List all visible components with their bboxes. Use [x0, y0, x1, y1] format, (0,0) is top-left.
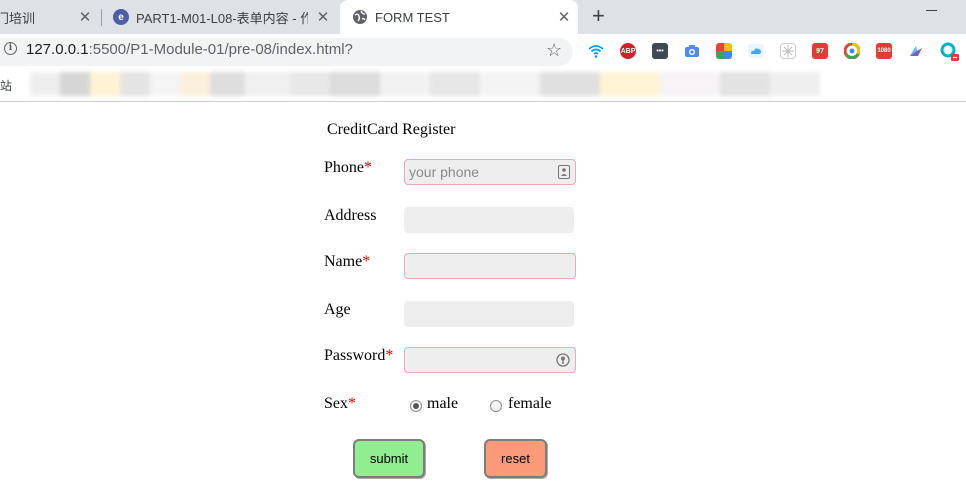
tab-strip: 门培训 ✕ e PART1-M01-L08-表单内容 - 作 ✕ FORM TE…	[0, 0, 966, 34]
tab-training[interactable]: 门培训 ✕	[0, 0, 101, 34]
tab-title: FORM TEST	[375, 9, 450, 25]
phone-input[interactable]: your phone	[404, 159, 576, 185]
submit-button[interactable]: submit	[353, 439, 425, 478]
tab-title: PART1-M01-L08-表单内容 - 作	[136, 10, 308, 26]
required-asterisk: *	[348, 395, 356, 412]
adblock-plus-icon[interactable]: ABP	[620, 43, 636, 59]
url-text[interactable]: 127.0.0.1:5500/P1-Module-01/pre-08/index…	[26, 41, 353, 58]
password-label: Password*	[324, 347, 393, 365]
contact-card-icon	[558, 165, 570, 179]
phone-placeholder: your phone	[409, 164, 480, 180]
required-asterisk: *	[364, 159, 372, 176]
address-label: Address	[324, 207, 377, 224]
bookmark-star-icon[interactable]: ☆	[546, 40, 562, 60]
male-radio[interactable]	[410, 400, 422, 412]
name-input[interactable]	[404, 253, 576, 279]
male-option-label[interactable]: male	[427, 395, 458, 413]
url-path: :5500/P1-Module-01/pre-08/index.html?	[88, 41, 353, 58]
1080-icon[interactable]: 1080	[876, 43, 892, 59]
female-option-label[interactable]: female	[508, 395, 552, 413]
address-input[interactable]	[404, 207, 574, 233]
cloud-icon[interactable]	[748, 43, 764, 59]
new-tab-button[interactable]: +	[592, 5, 605, 27]
edge-e-icon: e	[113, 9, 129, 25]
url-host: 127.0.0.1	[26, 41, 89, 58]
tab-part1-form-content[interactable]: e PART1-M01-L08-表单内容 - 作 ✕	[102, 0, 339, 34]
close-icon[interactable]: ✕	[315, 8, 331, 26]
colorful-grid-icon[interactable]	[716, 43, 732, 59]
age-input[interactable]	[404, 301, 574, 327]
red-square-icon[interactable]: 97	[812, 43, 828, 59]
globe-icon	[353, 10, 367, 24]
phone-label: Phone*	[324, 159, 372, 177]
minimize-icon[interactable]	[926, 4, 938, 16]
chrome-ring-icon[interactable]	[844, 43, 860, 59]
blurred-bookmarks	[30, 72, 820, 96]
sex-label-text: Sex	[324, 395, 348, 412]
key-icon	[556, 353, 570, 367]
phone-label-text: Phone	[324, 159, 364, 176]
info-icon[interactable]: i	[4, 42, 17, 55]
required-asterisk: *	[362, 253, 371, 270]
bookmarks-bar: 站	[0, 70, 966, 102]
reset-button[interactable]: reset	[484, 439, 547, 478]
password-label-text: Password	[324, 347, 386, 364]
name-label-text: Name	[324, 253, 363, 270]
close-icon[interactable]: ✕	[556, 8, 572, 26]
q-extension-icon[interactable]	[940, 42, 960, 62]
wifi-icon[interactable]	[588, 43, 604, 59]
camera-icon[interactable]	[684, 43, 700, 59]
close-icon[interactable]: ✕	[77, 8, 93, 26]
required-asterisk: *	[385, 347, 394, 364]
form-title: CreditCard Register	[327, 121, 456, 138]
snowflake-icon[interactable]	[780, 43, 796, 59]
bird-icon[interactable]	[908, 43, 924, 59]
age-label: Age	[324, 301, 351, 318]
bookmark-label[interactable]: 站	[0, 77, 12, 94]
tab-form-test[interactable]: FORM TEST ✕	[340, 0, 578, 34]
password-input[interactable]	[404, 347, 576, 373]
dots-icon[interactable]: •••	[652, 43, 668, 59]
tab-title: 门培训	[0, 10, 36, 26]
female-radio[interactable]	[490, 400, 502, 412]
name-label: Name*	[324, 253, 370, 271]
sex-label: Sex*	[324, 395, 356, 413]
